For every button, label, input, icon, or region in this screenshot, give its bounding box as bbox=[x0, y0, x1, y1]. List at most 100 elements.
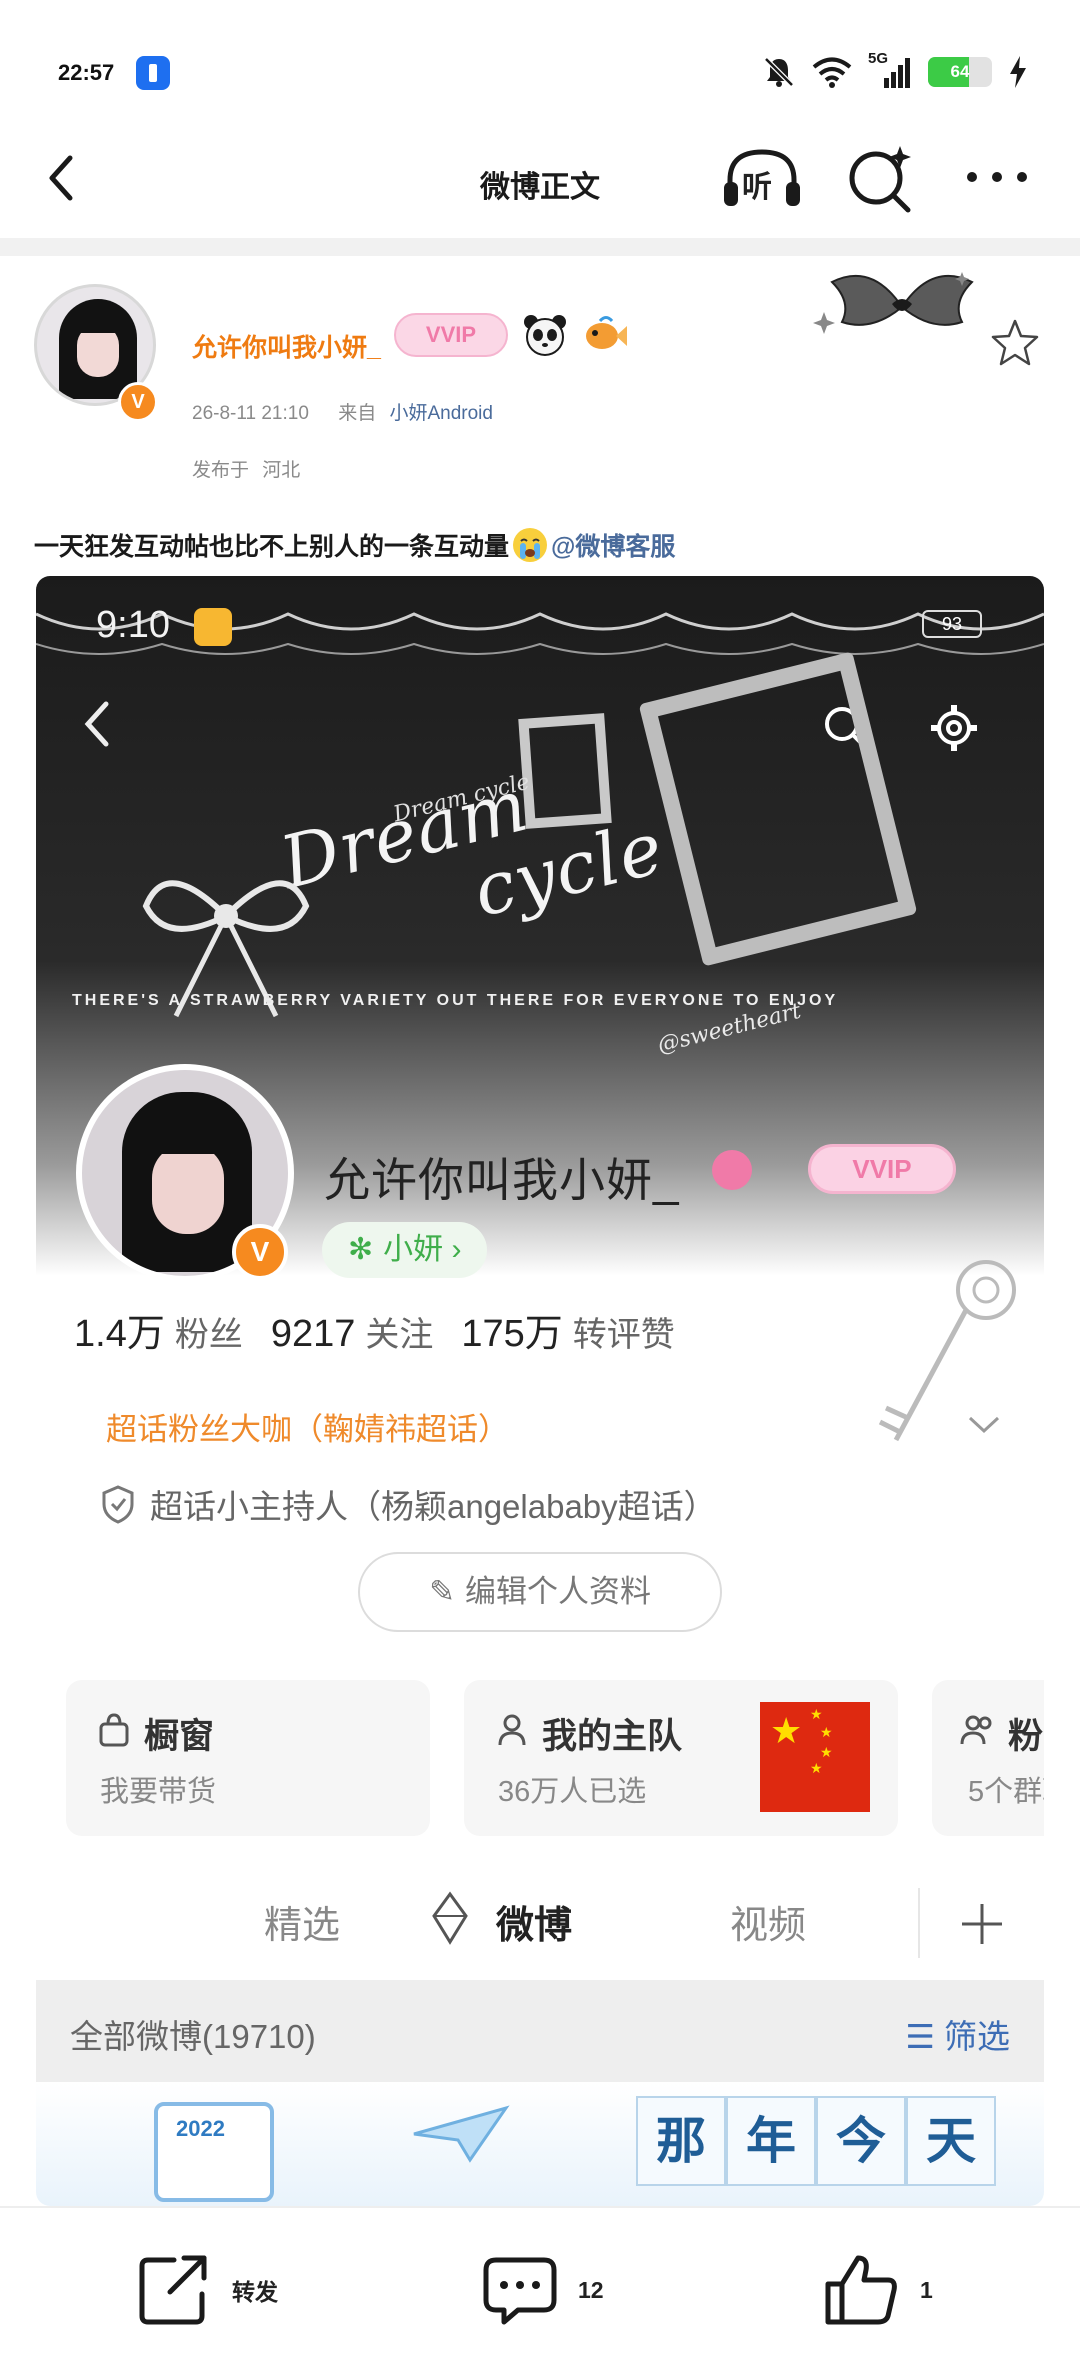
image-username: 允许你叫我小妍_ bbox=[324, 1154, 680, 1206]
status-icons: 5G 64 bbox=[762, 50, 1028, 92]
post-source[interactable]: 小妍Android bbox=[389, 403, 493, 424]
image-tab-featured: 精选 bbox=[264, 1905, 341, 1947]
author-badges: VVIP bbox=[394, 312, 628, 358]
calendar-year: 2022 bbox=[176, 2116, 225, 2141]
image-gear-icon bbox=[931, 705, 977, 751]
status-time: 22:57 bbox=[58, 60, 115, 85]
stat-engagement: 175万 转评赞 bbox=[461, 1302, 674, 1357]
location-prefix: 发布于 bbox=[192, 460, 250, 481]
repost-button[interactable]: 转发 bbox=[134, 2250, 278, 2330]
image-tab-bar: 精选 微博 视频 bbox=[36, 1866, 1044, 1976]
share-icon bbox=[139, 2255, 207, 2325]
lace-decoration-icon bbox=[36, 612, 1044, 655]
image-tab-video: 视频 bbox=[730, 1905, 807, 1947]
image-vvip-badge: VVIP bbox=[808, 1144, 956, 1194]
image-filter-label: 筛选 bbox=[944, 2018, 1010, 2055]
signal-bars-icon bbox=[884, 58, 910, 88]
wifi-icon bbox=[812, 57, 852, 88]
post-text: 一天狂发互动帖也比不上别人的一条互动量 bbox=[34, 533, 510, 561]
page-title: 微博正文 bbox=[480, 171, 600, 204]
ornate-frame bbox=[638, 651, 918, 967]
source-prefix: 来自 bbox=[338, 403, 377, 424]
stat-following-num: 9217 bbox=[270, 1313, 356, 1355]
key-decoration-icon bbox=[878, 1260, 1016, 1442]
memory-char: 天 bbox=[906, 2096, 996, 2186]
butterfly-decoration-icon bbox=[813, 272, 974, 334]
listen-label: 听 bbox=[742, 171, 772, 204]
chevron-down-icon bbox=[968, 1416, 1000, 1434]
favorite-star-icon[interactable] bbox=[988, 316, 1042, 370]
app-notification-icon bbox=[136, 56, 170, 90]
vvip-badge[interactable]: VVIP bbox=[394, 313, 508, 357]
image-tab-weibo: 微博 bbox=[496, 1905, 573, 1947]
listen-button[interactable]: 听 bbox=[720, 144, 804, 212]
pencil-icon: ✎ bbox=[429, 1574, 455, 1609]
charging-bolt-icon bbox=[1010, 56, 1026, 88]
more-options-icon[interactable] bbox=[962, 160, 1032, 194]
team-icon bbox=[498, 1714, 526, 1746]
memory-char: 今 bbox=[816, 2096, 906, 2186]
status-bar: 22:57 5G 64 bbox=[0, 0, 1080, 120]
repost-label: 转发 bbox=[232, 2279, 278, 2305]
image-verified-badge-icon: V bbox=[232, 1224, 288, 1280]
image-filter-bar: 全部微博(19710) ☰ 筛选 bbox=[36, 1980, 1044, 2082]
battery-level: 64 bbox=[950, 62, 970, 81]
like-button[interactable]: 1 bbox=[822, 2250, 933, 2330]
stat-followers-num: 1.4万 bbox=[74, 1313, 165, 1355]
china-flag-icon: ★ ★ ★ ★ ★ bbox=[760, 1702, 870, 1812]
card-fans-title: 粉 bbox=[1008, 1717, 1044, 1756]
shield-icon bbox=[102, 1485, 134, 1524]
banner-tagline: THERE'S A STRAWBERRY VARIETY OUT THERE F… bbox=[72, 992, 839, 1009]
card-showcase-title: 橱窗 bbox=[144, 1717, 215, 1756]
image-status-time: 9:10 bbox=[96, 604, 170, 646]
comment-button[interactable]: 12 bbox=[480, 2250, 604, 2330]
card-fans-sub: 5个群耶 bbox=[968, 1776, 1044, 1808]
card-team-sub: 36万人已选 bbox=[498, 1776, 647, 1808]
stat-following: 9217 关注 bbox=[271, 1307, 434, 1356]
diamond-decoration-icon bbox=[432, 1891, 468, 1945]
image-memory-banner: 2022 那 年 今 天 bbox=[36, 2082, 1044, 2206]
group-icon bbox=[960, 1715, 992, 1745]
panda-icon bbox=[524, 315, 566, 356]
stat-engagement-num: 175万 bbox=[461, 1313, 563, 1355]
verified-badge-icon: V bbox=[118, 382, 158, 422]
image-all-posts-count: 全部微博(19710) bbox=[70, 2018, 316, 2055]
stat-followers: 1.4万 粉丝 bbox=[74, 1302, 243, 1357]
like-count: 1 bbox=[920, 2276, 933, 2303]
mute-bell-icon bbox=[764, 57, 794, 87]
top-nav-bar: 微博正文 听 bbox=[0, 120, 1080, 236]
fish-icon bbox=[586, 316, 627, 349]
battery-indicator: 64 bbox=[928, 57, 992, 87]
memory-title: 那 年 今 天 bbox=[636, 2096, 996, 2186]
bottom-action-bar: 转发 12 1 bbox=[0, 2206, 1080, 2372]
ai-search-icon[interactable] bbox=[844, 142, 916, 214]
image-card-fans: 粉 5个群耶 bbox=[932, 1680, 1044, 1836]
author-name[interactable]: 允许你叫我小妍_ bbox=[192, 328, 381, 364]
post-image[interactable]: 9:10 93 Dream cycle Dream cycle @sweethe… bbox=[36, 576, 1044, 2206]
image-battery: 93 bbox=[922, 610, 982, 638]
clover-icon: ✻ bbox=[348, 1233, 374, 1266]
mention-link[interactable]: @微博客服 bbox=[551, 527, 675, 563]
image-fan-tag: ✻ 小妍 › bbox=[322, 1222, 488, 1278]
thumbs-up-icon bbox=[825, 2255, 897, 2325]
filter-icon: ☰ bbox=[905, 2018, 944, 2055]
chevron-right-icon: › bbox=[443, 1233, 462, 1266]
image-card-team: 我的主队 36万人已选 ★ ★ ★ ★ ★ bbox=[464, 1680, 898, 1836]
image-back-icon bbox=[84, 701, 109, 747]
plus-icon bbox=[962, 1904, 1002, 1944]
crying-emoji-icon bbox=[513, 528, 548, 562]
image-edit-profile-label: 编辑个人资料 bbox=[464, 1574, 651, 1609]
card-showcase-sub: 我要带货 bbox=[100, 1776, 217, 1808]
cellular-signal: 5G bbox=[868, 50, 912, 90]
comment-count: 12 bbox=[578, 2276, 604, 2303]
image-edit-profile-button: ✎ 编辑个人资料 bbox=[358, 1552, 722, 1632]
image-host-title: 超话小主持人（杨颖angelababy超话） bbox=[100, 1480, 717, 1528]
memory-char: 年 bbox=[726, 2096, 816, 2186]
bag-icon bbox=[99, 1713, 129, 1747]
image-card-showcase: 橱窗 我要带货 bbox=[66, 1680, 430, 1836]
post-location: 发布于 河北 bbox=[192, 455, 300, 482]
post-meta: 26-8-11 21:10 来自 小妍Android bbox=[192, 398, 493, 425]
image-filter-button: ☰ 筛选 bbox=[905, 2010, 1010, 2058]
image-super-fan-title: 超话粉丝大咖（鞠婧祎超话） bbox=[106, 1412, 509, 1447]
location-value: 河北 bbox=[262, 460, 301, 481]
